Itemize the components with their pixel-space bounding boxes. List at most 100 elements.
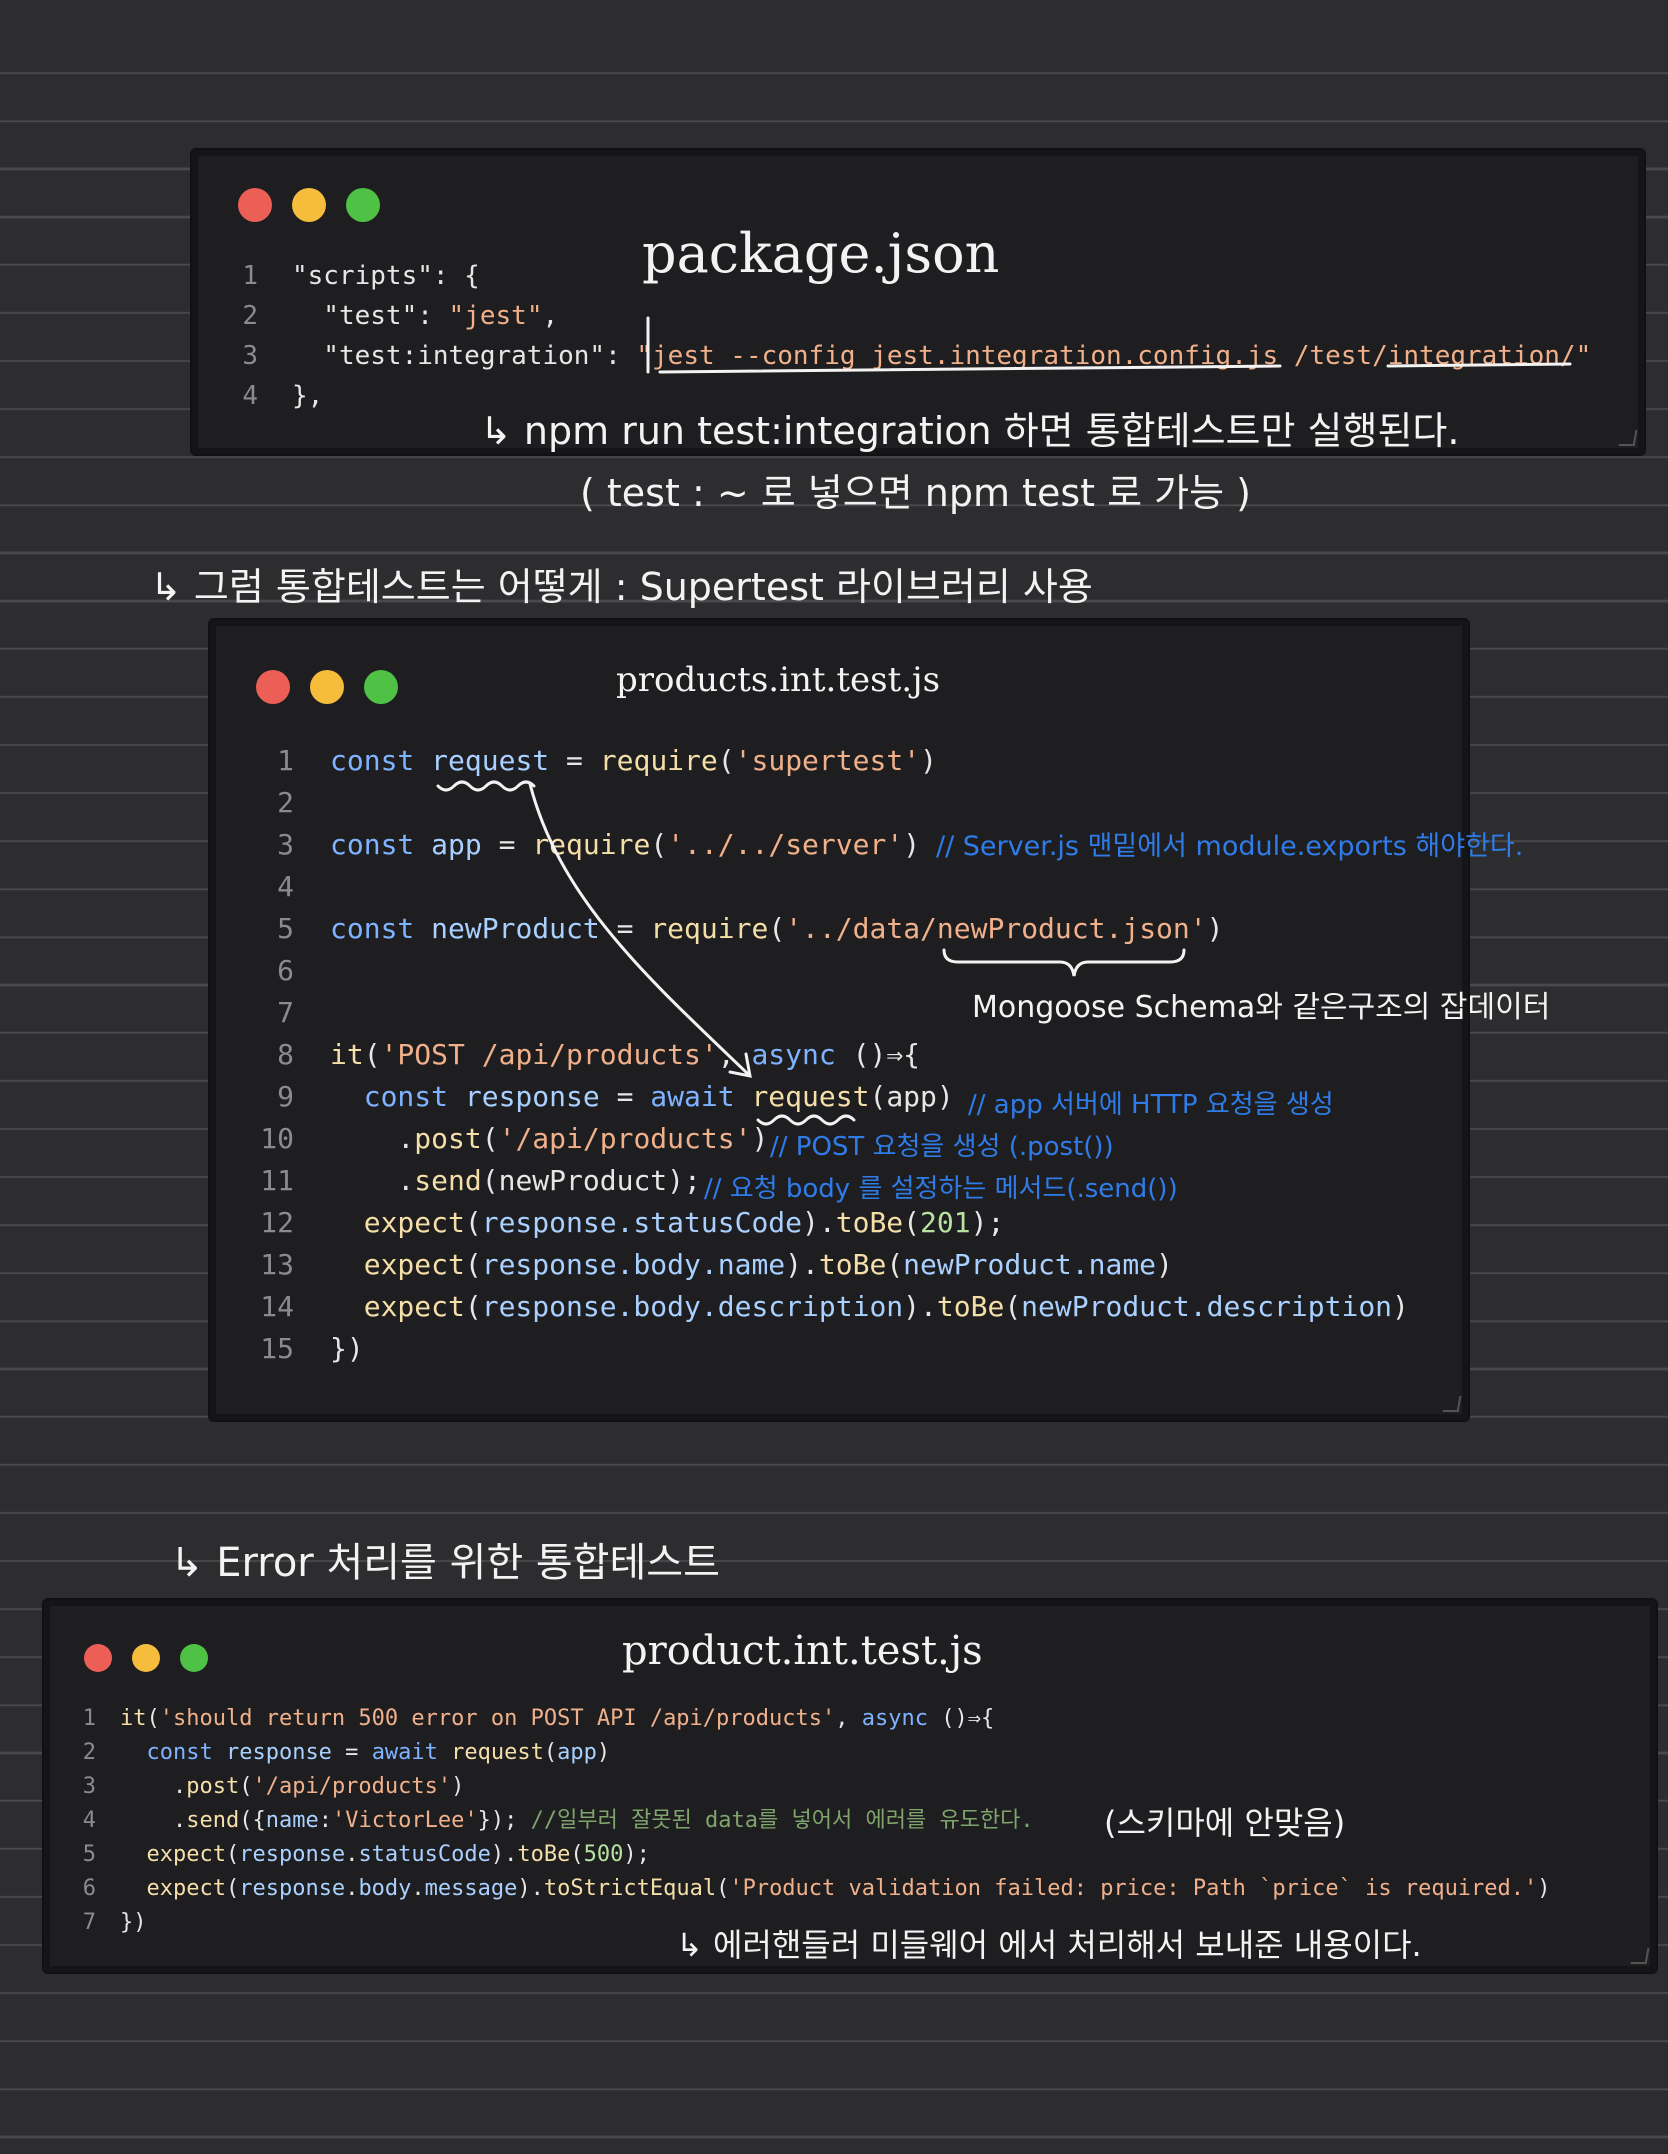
code-token: const bbox=[120, 1740, 226, 1765]
code-token: post bbox=[414, 1122, 482, 1155]
code-token: newProduct bbox=[431, 912, 600, 945]
code-line: 1 it('should return 500 error on POST API… bbox=[72, 1702, 1551, 1736]
code-token: ) bbox=[903, 828, 921, 861]
code-token: const bbox=[330, 1080, 465, 1113]
code-line: 2 const response = await request(app) bbox=[72, 1736, 1551, 1770]
code-token: ) bbox=[1392, 1290, 1409, 1323]
code-line: 3 "test:integration": "jest --config jes… bbox=[232, 336, 1591, 376]
code-token: ( bbox=[464, 1290, 482, 1323]
close-button-icon[interactable] bbox=[256, 670, 290, 704]
code-token: send bbox=[414, 1164, 482, 1197]
code-token: . bbox=[330, 1122, 415, 1155]
close-button-icon[interactable] bbox=[84, 1644, 112, 1672]
code-token: statusCode bbox=[358, 1842, 491, 1867]
line-number: 2 bbox=[277, 786, 294, 819]
line-number: 7 bbox=[277, 996, 294, 1029]
code-token: ). bbox=[490, 1842, 518, 1867]
line-number: 10 bbox=[260, 1122, 294, 1155]
code-token: "test:integration": bbox=[292, 341, 637, 371]
code-token: . bbox=[411, 1876, 425, 1901]
code-line: 14 expect(response.body.description).toB… bbox=[254, 1286, 1409, 1328]
code-token: ( bbox=[1004, 1290, 1022, 1323]
note-error-integration-test: ↳ Error 처리를 위한 통합테스트 bbox=[170, 1540, 720, 1586]
code-line: 8 it('POST /api/products', async ()⇒{ bbox=[254, 1034, 1409, 1076]
minimize-button-icon[interactable] bbox=[310, 670, 344, 704]
code-text: "scripts": { bbox=[292, 256, 480, 296]
maximize-button-icon[interactable] bbox=[364, 670, 398, 704]
minimize-button-icon[interactable] bbox=[132, 1644, 160, 1672]
code-text: expect(response.statusCode).toBe(201); bbox=[330, 1202, 1005, 1244]
code-token: = bbox=[481, 828, 533, 861]
code-text: const response = await request(app) bbox=[120, 1736, 610, 1770]
code-token: = bbox=[549, 744, 600, 777]
line-number: 4 bbox=[82, 1808, 96, 1833]
code-text: .post('/api/products') bbox=[330, 1118, 768, 1160]
code-token: ( bbox=[650, 828, 668, 861]
code-token: async bbox=[861, 1706, 942, 1731]
code-text: }, bbox=[292, 376, 323, 416]
code-token: async bbox=[751, 1038, 853, 1071]
code-token: toBe bbox=[835, 1206, 904, 1239]
code-token: }, bbox=[292, 381, 324, 411]
code-token: response.body.description bbox=[481, 1290, 904, 1323]
code-text: }) bbox=[120, 1906, 147, 1940]
maximize-button-icon[interactable] bbox=[346, 188, 380, 222]
code-text: expect(response.statusCode).toBe(500); bbox=[120, 1838, 650, 1872]
code-token: body bbox=[358, 1876, 412, 1901]
code-token: ({ bbox=[239, 1808, 266, 1833]
line-number: 5 bbox=[82, 1842, 96, 1867]
title-products-int-test: products.int.test.js bbox=[616, 660, 941, 700]
code-token: response.body.name bbox=[481, 1248, 786, 1281]
code-token: 'VictorLee' bbox=[331, 1808, 478, 1833]
code-token: ). bbox=[785, 1248, 819, 1281]
code-token: await bbox=[650, 1080, 752, 1113]
comment-server-module-exports: // Server.js 맨밑에서 module.exports 해야한다. bbox=[936, 831, 1524, 862]
maximize-button-icon[interactable] bbox=[180, 1644, 208, 1672]
line-number: 4 bbox=[242, 381, 258, 411]
code-token: }) bbox=[120, 1910, 147, 1935]
code-text: it('POST /api/products', async ()⇒{ bbox=[330, 1034, 920, 1076]
code-token: '/api/products' bbox=[498, 1122, 752, 1155]
code-line: 15}) bbox=[254, 1328, 1409, 1370]
code-token: '../../server' bbox=[667, 828, 904, 861]
code-token: . bbox=[345, 1842, 359, 1867]
code-token: app bbox=[431, 828, 482, 861]
code-token: ). bbox=[517, 1876, 544, 1901]
code-token: const bbox=[330, 744, 432, 777]
line-number: 3 bbox=[82, 1774, 96, 1799]
code-token: request bbox=[431, 744, 550, 777]
code-text: it('should return 500 error on POST API … bbox=[120, 1702, 994, 1736]
code-text: .send(newProduct); bbox=[330, 1160, 701, 1202]
code-token: await bbox=[371, 1740, 452, 1765]
close-button-icon[interactable] bbox=[238, 188, 272, 222]
code-token: '../data/newProduct.json' bbox=[785, 912, 1207, 945]
code-token: , bbox=[542, 301, 559, 331]
code-token: ) bbox=[596, 1740, 611, 1765]
line-number: 9 bbox=[277, 1080, 294, 1113]
code-token: ); bbox=[623, 1842, 650, 1867]
note-npm-run-integration: ↳ npm run test:integration 하면 통합테스트만 실행된… bbox=[480, 409, 1460, 453]
code-text: "test:integration": "jest --config jest.… bbox=[292, 336, 1591, 376]
code-text: expect(response.body.message).toStrictEq… bbox=[120, 1872, 1550, 1906]
line-number: 2 bbox=[82, 1740, 96, 1765]
minimize-button-icon[interactable] bbox=[292, 188, 326, 222]
code-token: newProduct.description bbox=[1021, 1290, 1393, 1323]
code-text: "test": "jest", bbox=[292, 296, 558, 336]
code-token: ( bbox=[225, 1876, 240, 1901]
code-text: expect(response.body.description).toBe(n… bbox=[330, 1286, 1409, 1328]
code-token: toBe bbox=[936, 1290, 1005, 1323]
code-token: }) bbox=[330, 1332, 364, 1365]
code-token: ( bbox=[146, 1706, 160, 1731]
line-number: 1 bbox=[277, 744, 294, 777]
window-controls bbox=[238, 188, 380, 222]
comment-post-request: // POST 요청을 생성 (.post()) bbox=[770, 1132, 1114, 1162]
code-token: (newProduct); bbox=[481, 1164, 701, 1197]
note-npm-test: ( test : ~ 로 넣으면 npm test 로 가능 ) bbox=[580, 471, 1251, 515]
code-text: expect(response.body.name).toBe(newProdu… bbox=[330, 1244, 1173, 1286]
line-number: 1 bbox=[242, 261, 258, 291]
line-number: 15 bbox=[260, 1332, 294, 1365]
code-token: ( bbox=[717, 744, 735, 777]
code-token: ( bbox=[543, 1740, 558, 1765]
code-token: ( bbox=[716, 1876, 730, 1901]
